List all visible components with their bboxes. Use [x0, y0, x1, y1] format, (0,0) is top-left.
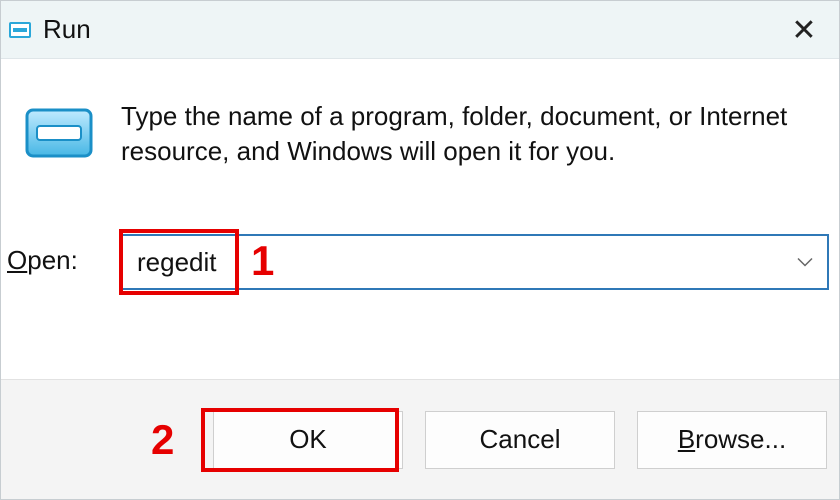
open-combobox[interactable]: regedit — [121, 234, 829, 290]
run-dialog: Run ✕ Type the name of a program, folder… — [0, 0, 840, 500]
ok-button[interactable]: OK — [213, 411, 403, 469]
chevron-down-icon[interactable] — [797, 252, 813, 273]
cancel-button-label: Cancel — [480, 424, 561, 455]
run-titlebar-icon — [9, 19, 31, 41]
cancel-button[interactable]: Cancel — [425, 411, 615, 469]
annotation-number-2: 2 — [151, 416, 174, 464]
open-combobox-value: regedit — [137, 247, 217, 278]
run-icon — [23, 104, 95, 162]
open-label: Open: — [7, 245, 78, 276]
window-title: Run — [43, 14, 91, 45]
close-button[interactable]: ✕ — [769, 1, 839, 59]
ok-button-label: OK — [289, 424, 327, 455]
button-bar: OK Cancel Browse... 2 — [1, 379, 839, 499]
dialog-description: Type the name of a program, folder, docu… — [121, 99, 811, 169]
browse-rest: rowse... — [695, 424, 786, 455]
dialog-body: Type the name of a program, folder, docu… — [1, 59, 839, 379]
browse-button[interactable]: Browse... — [637, 411, 827, 469]
browse-accesskey: B — [678, 424, 695, 455]
close-icon: ✕ — [791, 13, 816, 48]
open-label-accesskey: O — [7, 245, 27, 275]
titlebar: Run ✕ — [1, 1, 839, 59]
